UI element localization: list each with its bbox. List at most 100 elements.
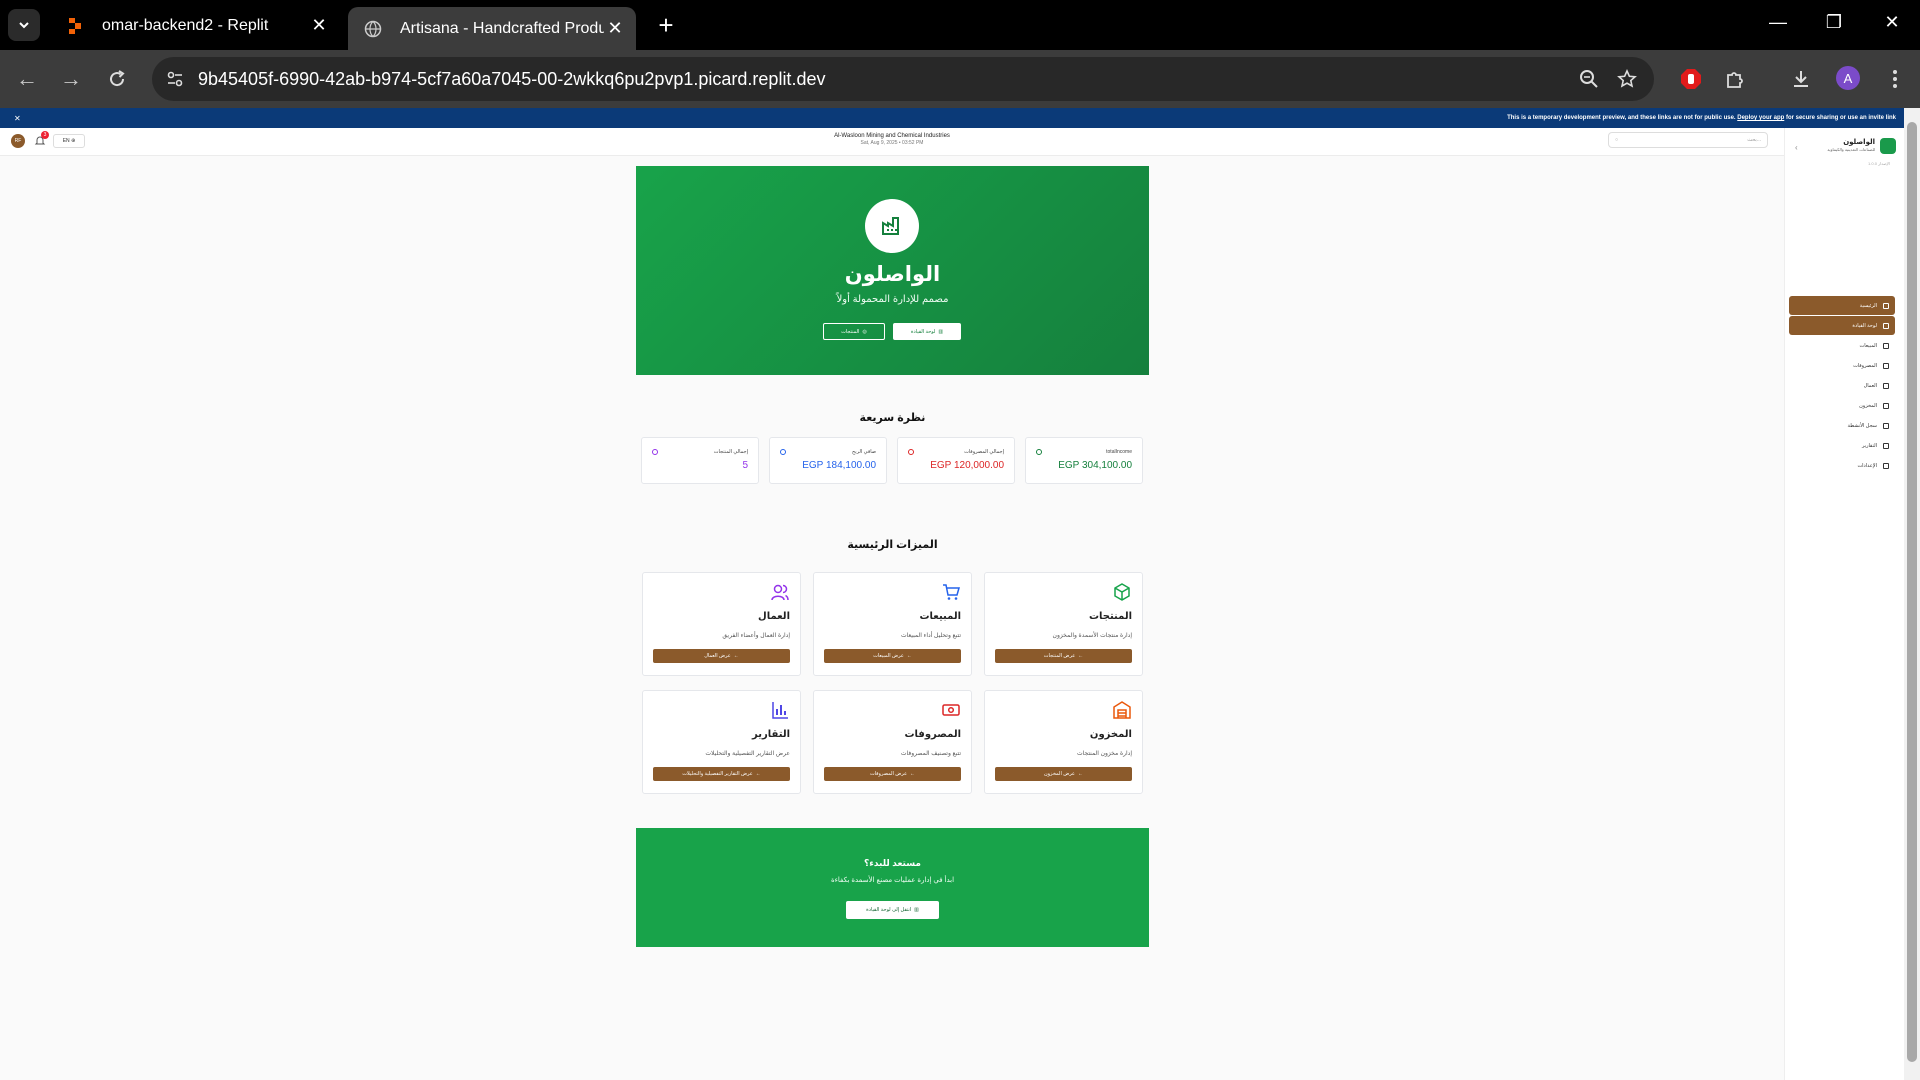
reload-button[interactable] bbox=[100, 62, 134, 96]
browser-tab-replit[interactable]: omar-backend2 - Replit ✕ bbox=[50, 7, 340, 44]
users-icon bbox=[771, 584, 789, 601]
close-window-icon[interactable]: ✕ bbox=[1880, 12, 1904, 33]
browser-toolbar: ← → 9b45405f-6990-42ab-b974-5cf7a60a7045… bbox=[0, 50, 1920, 108]
button-label: انتقل إلى لوحة القيادة bbox=[866, 907, 912, 913]
clipboard-icon bbox=[1883, 422, 1889, 429]
banner-suffix: for secure sharing or use an invite link bbox=[1785, 115, 1896, 121]
sidebar-item-reports[interactable]: التقارير bbox=[1789, 437, 1895, 454]
cta-subtitle: ابدأ في إدارة عمليات مصنع الأسمدة بكفاءة bbox=[830, 877, 955, 884]
extension-stop-icon[interactable] bbox=[1676, 64, 1706, 94]
bookmark-star-icon[interactable] bbox=[1612, 64, 1642, 94]
restore-icon[interactable]: ❐ bbox=[1822, 12, 1846, 33]
button-label: عرض المنتجات bbox=[1043, 653, 1076, 659]
close-tab-icon[interactable]: ✕ bbox=[308, 15, 330, 37]
sidebar-item-workers[interactable]: العمال bbox=[1789, 377, 1895, 394]
site-info-icon[interactable] bbox=[162, 66, 188, 92]
card-title: المنتجات bbox=[1088, 611, 1132, 622]
sidebar-item-activity-log[interactable]: سجل الأنشطة bbox=[1789, 417, 1895, 434]
view-reports-button[interactable]: عرض التقارير التفصيلية والتحليلات ← bbox=[653, 767, 790, 781]
arrow-left-icon: ← bbox=[755, 771, 761, 777]
chevron-down-icon bbox=[19, 22, 29, 29]
sidebar-item-label: التقارير bbox=[1861, 442, 1877, 449]
banner-text: This is a temporary development preview,… bbox=[1507, 115, 1736, 121]
extensions-puzzle-icon[interactable] bbox=[1720, 64, 1750, 94]
company-name: Al-Wasloon Mining and Chemical Industrie… bbox=[834, 133, 950, 139]
gear-icon bbox=[1883, 462, 1889, 469]
feature-card-reports: التقارير عرض التقارير التفصيلية والتحليل… bbox=[642, 690, 801, 794]
cart-icon bbox=[943, 584, 960, 600]
button-label: عرض المصروفات bbox=[869, 771, 908, 777]
sidebar-item-label: الإعدادات bbox=[1857, 462, 1877, 469]
bar-chart-icon: ▥ bbox=[914, 907, 919, 913]
package-icon: ◎ bbox=[862, 328, 867, 335]
dashboard-button[interactable]: لوحة القيادة ▥ bbox=[893, 323, 961, 340]
sidebar-item-label: الرئيسية bbox=[1859, 302, 1877, 309]
button-label: عرض التقارير التفصيلية والتحليلات bbox=[682, 771, 753, 777]
close-tab-icon[interactable]: ✕ bbox=[604, 18, 626, 40]
hero-section: الواصلون مصمم للإدارة المحمولة أولاً الم… bbox=[636, 166, 1149, 375]
view-inventory-button[interactable]: عرض المخزون ← bbox=[995, 767, 1132, 781]
stat-card-profit: صافي الربح EGP 184,100.00 bbox=[769, 437, 887, 484]
sidebar-item-home[interactable]: الرئيسية bbox=[1789, 296, 1895, 315]
products-label: المنتجات bbox=[841, 328, 860, 335]
deploy-link[interactable]: Deploy your app bbox=[1737, 115, 1784, 121]
banknote-icon bbox=[942, 704, 960, 716]
stat-value: 5 bbox=[742, 460, 748, 471]
zoom-icon[interactable] bbox=[1574, 64, 1604, 94]
stat-value: EGP 184,100.00 bbox=[802, 460, 876, 471]
tab-title: Artisana - Handcrafted Products bbox=[400, 19, 604, 37]
trending-up-icon bbox=[1036, 449, 1042, 455]
address-bar[interactable]: 9b45405f-6990-42ab-b974-5cf7a60a7045-00-… bbox=[152, 57, 1654, 101]
card-description: تتبع وتصنيف المصروفات bbox=[900, 751, 961, 757]
tab-title: omar-backend2 - Replit bbox=[102, 16, 269, 34]
cta-title: مستعد للبدء؟ bbox=[864, 858, 921, 868]
browser-tab-artisana[interactable]: Artisana - Handcrafted Products ✕ bbox=[348, 7, 636, 50]
hero-subtitle: مصمم للإدارة المحمولة أولاً bbox=[836, 294, 949, 305]
stat-value: EGP 304,100.00 bbox=[1058, 460, 1132, 471]
new-tab-button[interactable]: + bbox=[652, 10, 680, 40]
view-products-button[interactable]: عرض المنتجات ← bbox=[995, 649, 1132, 663]
company-info: Al-Wasloon Mining and Chemical Industrie… bbox=[0, 133, 1784, 146]
page-scrollbar[interactable] bbox=[1904, 108, 1920, 1080]
sidebar-item-expenses[interactable]: المصروفات bbox=[1789, 357, 1895, 374]
download-icon[interactable] bbox=[1786, 64, 1816, 94]
globe-icon bbox=[364, 20, 382, 37]
card-title: المبيعات bbox=[919, 611, 962, 622]
scrollbar-thumb[interactable] bbox=[1907, 122, 1917, 1062]
sidebar-item-settings[interactable]: الإعدادات bbox=[1789, 457, 1895, 474]
overview-title: نظرة سريعة bbox=[859, 412, 926, 424]
arrow-left-icon: ← bbox=[733, 653, 739, 659]
card-title: التقارير bbox=[752, 729, 790, 740]
stat-label: totalIncome bbox=[1106, 449, 1132, 455]
brand-logo bbox=[1880, 138, 1896, 154]
view-expenses-button[interactable]: عرض المصروفات ← bbox=[824, 767, 961, 781]
tab-search-button[interactable] bbox=[8, 9, 40, 41]
stat-value: EGP 120,000.00 bbox=[930, 460, 1004, 471]
brand-subtitle: للصناعات التعدينية والكيماوية bbox=[1827, 147, 1875, 152]
search-input[interactable]: ○ بحث... bbox=[1608, 132, 1768, 148]
button-label: عرض العمال bbox=[704, 653, 731, 659]
collapse-sidebar-icon[interactable]: ‹ bbox=[1795, 143, 1798, 152]
forward-button[interactable]: → bbox=[54, 62, 88, 96]
button-label: عرض المبيعات bbox=[873, 653, 904, 659]
close-banner-icon[interactable]: ✕ bbox=[14, 114, 21, 123]
browser-tab-bar: omar-backend2 - Replit ✕ Artisana - Hand… bbox=[0, 0, 1920, 50]
sidebar-item-dashboard[interactable]: لوحة القيادة bbox=[1789, 316, 1895, 335]
view-sales-button[interactable]: عرض المبيعات ← bbox=[824, 649, 961, 663]
view-workers-button[interactable]: عرض العمال ← bbox=[653, 649, 790, 663]
minimize-icon[interactable]: — bbox=[1766, 12, 1790, 33]
url-text: 9b45405f-6990-42ab-b974-5cf7a60a7045-00-… bbox=[198, 68, 826, 89]
sidebar-item-sales[interactable]: المبيعات bbox=[1789, 337, 1895, 354]
back-button[interactable]: ← bbox=[10, 62, 44, 96]
dev-preview-banner: ✕ This is a temporary development previe… bbox=[0, 108, 1904, 128]
browser-menu-icon[interactable] bbox=[1880, 64, 1910, 94]
stat-card-products: إجمالي المنتجات 5 bbox=[641, 437, 759, 484]
go-to-dashboard-button[interactable]: انتقل إلى لوحة القيادة ▥ bbox=[846, 901, 939, 919]
products-button[interactable]: المنتجات ◎ bbox=[823, 323, 885, 340]
card-description: إدارة منتجات الأسمدة والمخزون bbox=[1052, 633, 1132, 639]
card-description: إدارة مخزون المنتجات bbox=[1076, 751, 1132, 757]
profile-avatar[interactable]: A bbox=[1836, 66, 1860, 90]
sidebar-item-inventory[interactable]: المخزون bbox=[1789, 397, 1895, 414]
package-icon bbox=[652, 449, 658, 455]
warehouse-icon bbox=[1883, 402, 1889, 409]
